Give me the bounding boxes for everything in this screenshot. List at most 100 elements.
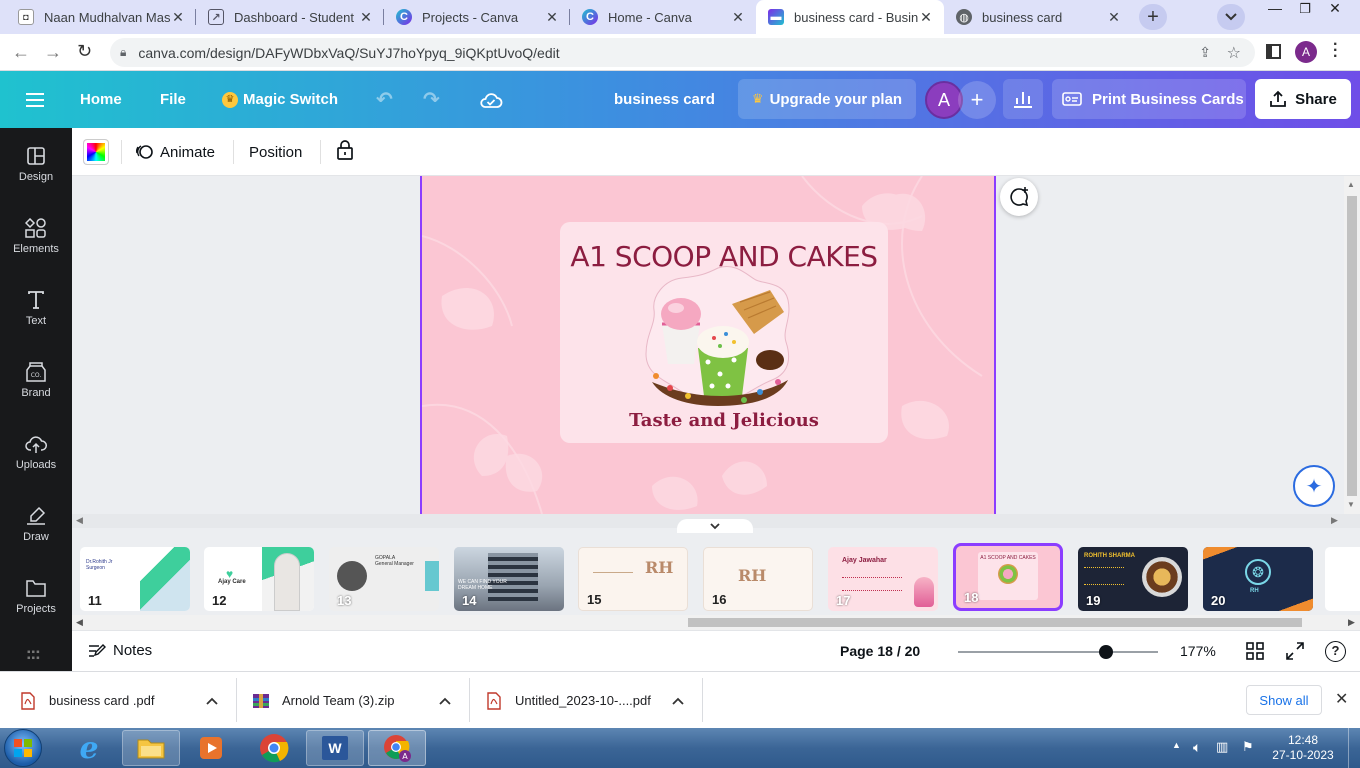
close-icon[interactable]: ✕: [170, 9, 186, 26]
page-thumbnail-11[interactable]: Dr.Rohith Jr Surgeon 11: [80, 547, 190, 611]
scroll-left-icon[interactable]: ◀: [76, 617, 83, 628]
page-thumbnail-17[interactable]: Ajay Jawahar 17: [828, 547, 938, 611]
tab-home-canva[interactable]: C Home - Canva ✕: [570, 0, 756, 34]
tab-dashboard[interactable]: ↗ Dashboard - Student ✕: [196, 0, 384, 34]
tab-search-button[interactable]: [1217, 4, 1245, 30]
sidebar-item-brand[interactable]: CO. Brand: [0, 362, 72, 422]
add-comment-button[interactable]: [1000, 178, 1038, 216]
filmstrip-horizontal-scrollbar[interactable]: ◀ ▶: [72, 615, 1360, 630]
page-thumbnail-14[interactable]: WE CAN FIND YOUR DREAM HOME 14: [454, 547, 564, 611]
scrollbar-thumb[interactable]: [688, 618, 1302, 627]
show-hidden-icons[interactable]: ▲: [1172, 740, 1181, 750]
close-icon[interactable]: ✕: [730, 9, 746, 26]
close-icon[interactable]: ✕: [358, 9, 374, 26]
action-center-icon[interactable]: ⚑: [1242, 739, 1254, 755]
collapse-filmstrip-button[interactable]: [677, 519, 753, 533]
profile-avatar[interactable]: A: [1295, 41, 1317, 63]
page-thumbnail-13[interactable]: GOPALA General Manager 13: [329, 547, 439, 611]
scrollbar-thumb[interactable]: [1347, 196, 1357, 496]
sidebar-item-text[interactable]: Text: [0, 290, 72, 350]
tab-business-card[interactable]: ◍ business card ✕: [944, 0, 1132, 34]
grid-view-icon[interactable]: [1246, 642, 1264, 660]
tab-business-card-active[interactable]: ▬ business card - Busines ✕: [756, 0, 944, 34]
scroll-up-icon[interactable]: ▲: [1347, 180, 1355, 189]
scroll-left-icon[interactable]: ◀: [76, 515, 83, 526]
share-page-icon[interactable]: ⇪: [1199, 44, 1211, 61]
close-icon[interactable]: ✕: [918, 9, 934, 26]
address-bar[interactable]: 🔒︎ canva.com/design/DAFyWDbxVaQ/SuYJ7hoY…: [110, 38, 1255, 67]
sidebar-item-projects[interactable]: Projects: [0, 578, 72, 638]
zoom-slider[interactable]: [958, 645, 1158, 659]
magic-assistant-sparkle-icon[interactable]: ✦: [1293, 465, 1335, 507]
page-thumbnail-12[interactable]: ♥ Ajay Care 12: [204, 547, 314, 611]
page-thumbnail-19[interactable]: ROHITH SHARMA 19: [1078, 547, 1188, 611]
file-explorer-icon[interactable]: [122, 730, 180, 766]
bookmark-star-icon[interactable]: ☆: [1227, 43, 1241, 63]
file-menu-button[interactable]: File: [160, 71, 186, 128]
system-clock[interactable]: 12:48 27-10-2023: [1268, 733, 1338, 763]
menu-hamburger-icon[interactable]: [26, 71, 44, 128]
scroll-right-icon[interactable]: ▶: [1348, 617, 1355, 628]
download-item[interactable]: Arnold Team (3).zip: [252, 672, 469, 729]
scroll-right-icon[interactable]: ▶: [1331, 515, 1338, 526]
close-icon[interactable]: ✕: [1106, 9, 1122, 26]
help-icon[interactable]: ?: [1325, 641, 1346, 662]
page-thumbnail-20[interactable]: ❂ RH 20: [1203, 547, 1313, 611]
restore-button[interactable]: ❐: [1290, 1, 1320, 19]
sidebar-item-draw[interactable]: Draw: [0, 506, 72, 566]
zoom-slider-thumb[interactable]: [1099, 645, 1113, 659]
browser-menu-icon[interactable]: · · ·: [1333, 37, 1338, 65]
scroll-down-icon[interactable]: ▼: [1347, 500, 1355, 509]
cloud-sync-icon[interactable]: [479, 71, 503, 128]
download-item[interactable]: Untitled_2023-10-....pdf: [486, 672, 702, 729]
home-button[interactable]: Home: [80, 71, 122, 128]
sidebar-item-elements[interactable]: Elements: [0, 218, 72, 278]
insights-chart-icon[interactable]: [1003, 79, 1043, 119]
show-all-downloads-button[interactable]: Show all: [1246, 685, 1322, 715]
fullscreen-icon[interactable]: [1286, 642, 1304, 660]
share-button[interactable]: Share: [1255, 79, 1351, 119]
vertical-scrollbar[interactable]: ▲ ▼: [1344, 176, 1360, 514]
forward-icon[interactable]: →: [44, 42, 62, 63]
animate-button[interactable]: Animate: [134, 140, 215, 164]
page-thumbnail-18-selected[interactable]: A1 SCOOP AND CAKES 18: [953, 543, 1063, 611]
print-business-cards-button[interactable]: Print Business Cards: [1052, 79, 1246, 119]
new-tab-button[interactable]: +: [1139, 4, 1167, 30]
page-thumbnail-15[interactable]: RH 15: [578, 547, 688, 611]
business-card-panel[interactable]: A1 SCOOP AND CAKES Taste and Jelicious: [560, 222, 888, 443]
add-page-thumbnail[interactable]: [1325, 547, 1360, 611]
apps-grid-icon[interactable]: ▪▪▪ ▪▪▪: [27, 648, 41, 664]
add-collaborator-button[interactable]: +: [958, 81, 996, 119]
close-icon[interactable]: ✕: [544, 9, 560, 26]
background-color-swatch[interactable]: [84, 140, 108, 164]
tab-projects-canva[interactable]: C Projects - Canva ✕: [384, 0, 570, 34]
position-button[interactable]: Position: [249, 140, 302, 164]
page-thumbnail-16[interactable]: RH 16: [703, 547, 813, 611]
sidebar-item-design[interactable]: Design: [0, 146, 72, 206]
reload-icon[interactable]: ↻: [77, 41, 92, 62]
close-downloads-icon[interactable]: ✕: [1335, 689, 1348, 709]
internet-explorer-icon[interactable]: e: [60, 730, 118, 766]
undo-icon[interactable]: ↶: [376, 71, 393, 128]
zoom-percentage[interactable]: 177%: [1180, 643, 1216, 659]
start-button[interactable]: [4, 729, 42, 767]
notes-button[interactable]: Notes: [88, 642, 152, 659]
word-icon[interactable]: W: [306, 730, 364, 766]
magic-switch-button[interactable]: ♛ Magic Switch: [222, 71, 338, 128]
download-item[interactable]: business card .pdf: [20, 672, 236, 729]
network-icon[interactable]: ▥: [1216, 739, 1228, 755]
document-title[interactable]: business card: [614, 71, 715, 128]
design-tagline-text[interactable]: Taste and Jelicious: [560, 410, 888, 431]
lock-icon[interactable]: [336, 139, 354, 161]
side-panel-icon[interactable]: [1266, 44, 1281, 59]
tab-naan-mudhalvan[interactable]: ◘ Naan Mudhalvan Mass ✕: [6, 0, 196, 34]
show-desktop-button[interactable]: [1348, 728, 1360, 768]
upgrade-plan-button[interactable]: ♛ Upgrade your plan: [738, 79, 916, 119]
volume-icon[interactable]: 🔈︎: [1193, 739, 1201, 756]
redo-icon[interactable]: ↷: [423, 71, 440, 128]
sidebar-item-uploads[interactable]: Uploads: [0, 434, 72, 494]
minimize-button[interactable]: —: [1260, 0, 1290, 18]
chrome-icon[interactable]: [245, 730, 303, 766]
design-page[interactable]: A1 SCOOP AND CAKES Taste and Jelicious: [420, 176, 996, 514]
ice-cream-illustration[interactable]: [640, 264, 795, 414]
